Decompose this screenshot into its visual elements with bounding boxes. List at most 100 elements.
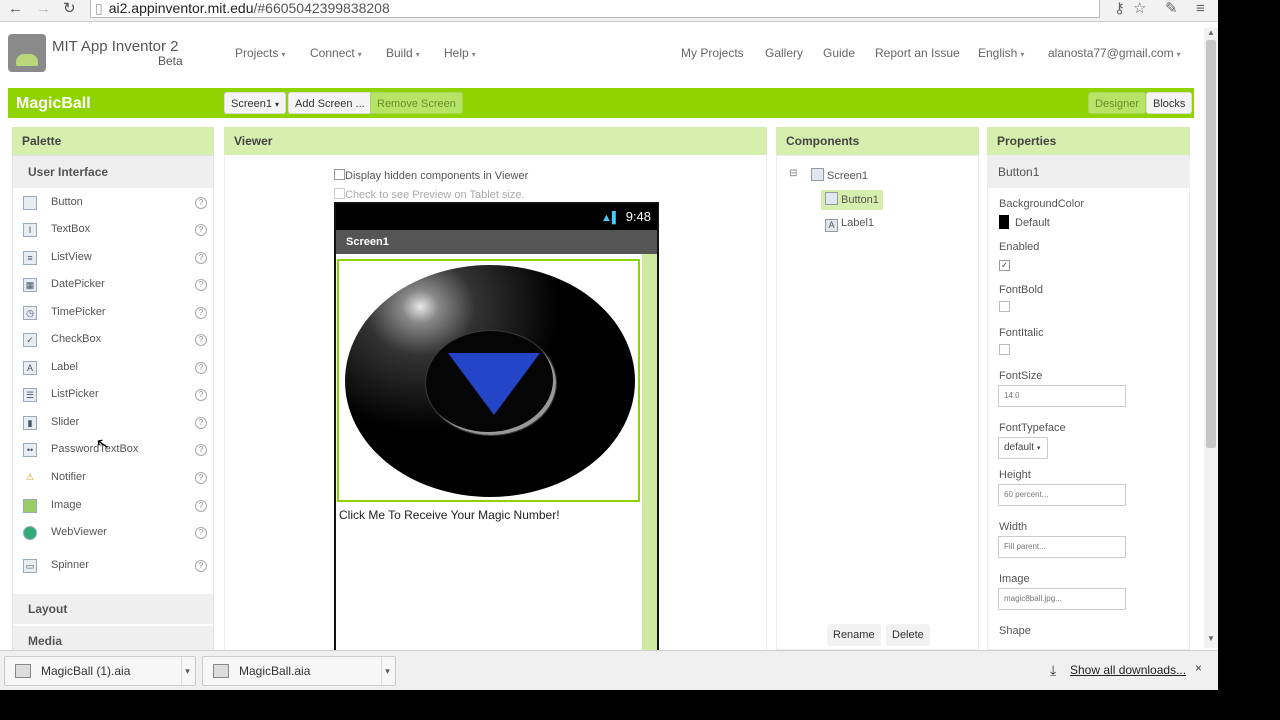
address-bar[interactable]: ▯ ai2.appinventor.mit.edu/#66050423998382… xyxy=(90,0,1100,18)
help-icon[interactable]: ? xyxy=(195,362,207,374)
reload-icon[interactable]: ↻ xyxy=(63,0,76,18)
link-gallery[interactable]: Gallery xyxy=(765,46,803,60)
show-all-downloads-link[interactable]: Show all downloads... xyxy=(1070,663,1186,677)
collapse-icon[interactable]: ⊟ xyxy=(789,164,797,184)
slider-icon: ▮ xyxy=(23,416,37,430)
caret-icon: ▾ xyxy=(1036,445,1041,452)
close-icon[interactable]: × xyxy=(1195,661,1202,675)
screen-select[interactable]: Screen1 ▾ xyxy=(224,92,287,114)
palette-item-label: CheckBox xyxy=(51,333,102,345)
account-menu[interactable]: alanosta77@gmail.com ▾ xyxy=(1048,46,1181,60)
help-icon[interactable]: ? xyxy=(195,197,207,209)
tablet-preview-toggle[interactable]: Check to see Preview on Tablet size. xyxy=(334,188,525,201)
prop-label: Shape xyxy=(999,625,1031,637)
checkbox[interactable] xyxy=(334,188,345,199)
scroll-down-icon[interactable]: ▼ xyxy=(1207,634,1215,643)
palette-item-passwordtextbox[interactable]: •• PasswordTextBox? xyxy=(13,440,213,460)
help-icon[interactable]: ? xyxy=(195,444,207,456)
tree-item-label1[interactable]: A Label1 xyxy=(825,213,874,233)
rename-button[interactable]: Rename xyxy=(827,624,881,646)
key-icon[interactable]: ⚷ xyxy=(1114,0,1125,18)
help-icon[interactable]: ? xyxy=(195,472,207,484)
extension-icon[interactable]: ✎ xyxy=(1165,0,1178,18)
menu-icon[interactable]: ≡ xyxy=(1196,0,1205,18)
fontitalic-checkbox[interactable] xyxy=(999,344,1010,357)
palette-item-label: Spinner xyxy=(51,559,89,571)
button1-preview[interactable] xyxy=(337,259,640,502)
tree-item-screen1[interactable]: Screen1 xyxy=(811,166,868,186)
designer-button[interactable]: Designer xyxy=(1088,92,1147,114)
delete-button[interactable]: Delete xyxy=(886,624,930,646)
blocks-button[interactable]: Blocks xyxy=(1146,92,1193,114)
menu-projects[interactable]: Projects ▾ xyxy=(235,46,285,60)
help-icon[interactable]: ? xyxy=(195,560,207,572)
palette-item-textbox[interactable]: I TextBox? xyxy=(13,220,213,240)
background-color-picker[interactable]: Default xyxy=(999,215,1050,229)
palette-item-datepicker[interactable]: ▦ DatePicker? xyxy=(13,275,213,295)
remove-screen-button[interactable]: Remove Screen xyxy=(370,92,463,114)
palette-item-checkbox[interactable]: ✓ CheckBox? xyxy=(13,330,213,350)
forward-icon[interactable]: → xyxy=(36,0,51,18)
scroll-up-icon[interactable]: ▲ xyxy=(1207,28,1215,37)
link-guide[interactable]: Guide xyxy=(823,46,855,60)
palette-item-label: Button xyxy=(51,196,83,208)
star-icon[interactable]: ☆ xyxy=(1133,0,1146,18)
prop-label: BackgroundColor xyxy=(999,198,1084,210)
help-icon[interactable]: ? xyxy=(195,307,207,319)
help-icon[interactable]: ? xyxy=(195,279,207,291)
menu-build[interactable]: Build ▾ xyxy=(386,46,420,60)
palette-item-listview[interactable]: ≡ ListView? xyxy=(13,248,213,268)
width-input[interactable]: Fill parent... xyxy=(998,536,1126,558)
add-screen-button[interactable]: Add Screen ... xyxy=(288,92,372,114)
help-icon[interactable]: ? xyxy=(195,389,207,401)
link-report-issue[interactable]: Report an Issue xyxy=(875,46,960,60)
palette-item-image[interactable]: Image? xyxy=(13,496,213,516)
link-my-projects[interactable]: My Projects xyxy=(681,46,744,60)
help-icon[interactable]: ? xyxy=(195,334,207,346)
help-icon[interactable]: ? xyxy=(195,252,207,264)
palette-item-webviewer[interactable]: WebViewer? xyxy=(13,523,213,543)
download-item[interactable]: MagicBall (1).aia ▾ xyxy=(4,656,196,686)
app-inventor-logo[interactable] xyxy=(8,34,46,72)
help-icon[interactable]: ? xyxy=(195,500,207,512)
menu-connect[interactable]: Connect ▾ xyxy=(310,46,362,60)
label1-preview[interactable]: Click Me To Receive Your Magic Number! xyxy=(339,508,560,522)
image-input[interactable]: magic8ball.jpg... xyxy=(998,588,1126,610)
back-icon[interactable]: ← xyxy=(8,0,23,18)
enabled-checkbox[interactable]: ✓ xyxy=(999,258,1010,271)
palette-item-button[interactable]: Button? xyxy=(13,193,213,213)
chevron-down-icon[interactable]: ▾ xyxy=(181,657,193,685)
palette-panel: User Interface Button? I TextBox? ≡ ListVi… xyxy=(12,155,214,656)
help-icon[interactable]: ? xyxy=(195,527,207,539)
listview-icon: ≡ xyxy=(23,251,37,265)
hidden-components-toggle[interactable]: Display hidden components in Viewer xyxy=(334,169,528,182)
palette-item-label: WebViewer xyxy=(51,526,107,538)
checkbox-icon: ✓ xyxy=(23,333,37,347)
page-scrollbar[interactable]: ▲ ▼ xyxy=(1204,28,1218,648)
palette-section-user-interface[interactable]: User Interface xyxy=(13,156,213,188)
help-icon[interactable]: ? xyxy=(195,224,207,236)
scrollbar-thumb[interactable] xyxy=(1206,40,1216,448)
menu-help[interactable]: Help ▾ xyxy=(444,46,476,60)
help-icon[interactable]: ? xyxy=(195,417,207,429)
download-item[interactable]: MagicBall.aia ▾ xyxy=(202,656,396,686)
palette-item-listpicker[interactable]: ☰ ListPicker? xyxy=(13,385,213,405)
chevron-down-icon[interactable]: ▾ xyxy=(381,657,393,685)
palette-section-layout[interactable]: Layout xyxy=(13,594,213,624)
checkbox[interactable] xyxy=(334,169,345,180)
height-input[interactable]: 60 percent... xyxy=(998,484,1126,506)
download-name: MagicBall (1).aia xyxy=(41,664,131,678)
palette-item-label[interactable]: A Label? xyxy=(13,358,213,378)
fontbold-checkbox[interactable] xyxy=(999,301,1010,314)
palette-item-spinner[interactable]: ▭ Spinner? xyxy=(13,556,213,576)
toggle-label: Display hidden components in Viewer xyxy=(345,170,529,182)
fontsize-input[interactable]: 14.0 xyxy=(998,385,1126,407)
menu-label: Build xyxy=(386,46,413,60)
palette-item-notifier[interactable]: ⚠ Notifier? xyxy=(13,468,213,488)
palette-item-slider[interactable]: ▮ Slider? xyxy=(13,413,213,433)
tree-item-button1[interactable]: Button1 xyxy=(821,190,883,210)
palette-item-timepicker[interactable]: ◷ TimePicker? xyxy=(13,303,213,323)
typeface-select[interactable]: default ▾ xyxy=(998,437,1048,459)
palette-item-label: Image xyxy=(51,499,82,511)
language-menu[interactable]: English ▾ xyxy=(978,46,1024,60)
